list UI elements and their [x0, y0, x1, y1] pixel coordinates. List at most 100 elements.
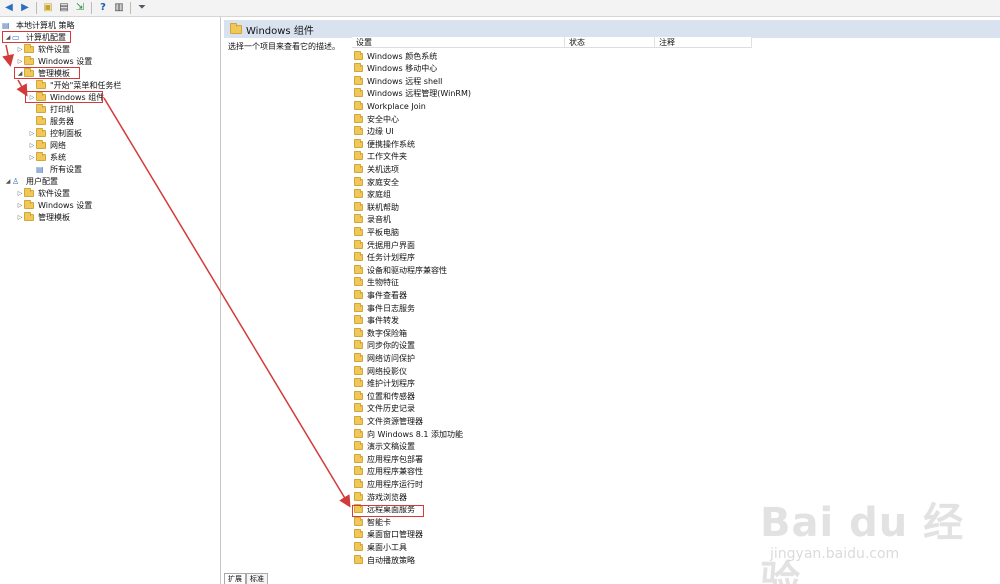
tab-extended[interactable]: 扩展: [224, 573, 246, 584]
list-item[interactable]: 平板电脑: [354, 226, 399, 238]
tree-item-system[interactable]: ▷ 系统: [28, 151, 66, 163]
list-item[interactable]: 演示文稿设置: [354, 441, 415, 453]
tree-item-user-admin-templates[interactable]: ▷ 管理模板: [16, 211, 70, 223]
policy-icon: ▤: [2, 20, 10, 30]
forward-icon[interactable]: ▶: [18, 2, 32, 15]
tree-item-control-panel[interactable]: ▷ 控制面板: [28, 127, 82, 139]
list-item[interactable]: 凭据用户界面: [354, 239, 415, 251]
show-hide-icon[interactable]: ▥: [112, 2, 126, 15]
collapsed-arrow-icon[interactable]: ▷: [16, 58, 24, 65]
section-header: Windows 组件: [224, 20, 1000, 38]
folder-icon: [24, 55, 34, 65]
list-item[interactable]: 安全中心: [354, 113, 399, 125]
list-item[interactable]: 任务计划程序: [354, 252, 415, 264]
tree-item-software-settings[interactable]: ▷ 软件设置: [16, 43, 70, 55]
collapsed-arrow-icon[interactable]: ▷: [28, 154, 36, 161]
toolbar: ◀ ▶ ▣ ▤ ⇲ ? ▥ ⏷: [0, 0, 1000, 17]
list-item[interactable]: Windows 颜色系统: [354, 50, 437, 62]
folder-icon: [230, 22, 242, 34]
properties-icon[interactable]: ▤: [57, 2, 71, 15]
export-icon[interactable]: ⇲: [73, 2, 87, 15]
list-item[interactable]: 网络投影仪: [354, 365, 407, 377]
collapsed-arrow-icon[interactable]: ▷: [16, 214, 24, 221]
list-item[interactable]: 关机选项: [354, 163, 399, 175]
highlight-remote-desktop: [352, 505, 424, 517]
column-header-setting[interactable]: 设置: [352, 37, 565, 48]
list-item-label: Windows 远程 shell: [367, 76, 443, 86]
list-item[interactable]: 边缘 UI: [354, 126, 394, 138]
folder-icon: [354, 352, 363, 362]
list-item[interactable]: 自动播放策略: [354, 554, 415, 566]
back-icon[interactable]: ◀: [2, 2, 16, 15]
list-item[interactable]: Windows 远程管理(WinRM): [354, 88, 471, 100]
folder-icon: [354, 491, 363, 501]
list-item-label: 平板电脑: [367, 227, 399, 237]
folder-up-icon[interactable]: ▣: [41, 2, 55, 15]
tree-item-user-software-settings[interactable]: ▷ 软件设置: [16, 187, 70, 199]
list-item[interactable]: 应用程序包部署: [354, 453, 423, 465]
tree-item-all-settings[interactable]: ▤ 所有设置: [28, 163, 82, 175]
list-item[interactable]: 事件转发: [354, 315, 399, 327]
list-item[interactable]: 桌面窗口管理器: [354, 529, 423, 541]
tree-item-user-windows-settings[interactable]: ▷ Windows 设置: [16, 199, 92, 211]
tree-item-root[interactable]: ▤ 本地计算机 策略: [2, 19, 75, 31]
list-item[interactable]: 工作文件夹: [354, 151, 407, 163]
folder-icon: [354, 151, 363, 161]
list-item[interactable]: 智能卡: [354, 516, 391, 528]
list-item[interactable]: 家庭组: [354, 189, 391, 201]
list-item[interactable]: 文件资源管理器: [354, 415, 423, 427]
tree-item-network[interactable]: ▷ 网络: [28, 139, 66, 151]
list-item[interactable]: 网络访问保护: [354, 352, 415, 364]
expanded-arrow-icon[interactable]: ◢: [4, 178, 12, 185]
list-item[interactable]: 家庭安全: [354, 176, 399, 188]
list-item-label: 事件转发: [367, 316, 399, 326]
view-tabs: 扩展 标准: [224, 573, 268, 584]
list-item[interactable]: 事件日志服务: [354, 302, 415, 314]
collapsed-arrow-icon[interactable]: ▷: [16, 190, 24, 197]
list-item[interactable]: 文件历史记录: [354, 403, 415, 415]
tab-standard[interactable]: 标准: [246, 573, 268, 584]
collapsed-arrow-icon[interactable]: ▷: [28, 142, 36, 149]
help-icon[interactable]: ?: [96, 2, 110, 15]
list-item[interactable]: 数字保险箱: [354, 327, 407, 339]
folder-icon: [36, 127, 46, 137]
collapsed-arrow-icon[interactable]: ▷: [16, 46, 24, 53]
tree-item-user-config[interactable]: ◢ ♙ 用户配置: [4, 175, 58, 187]
list-item[interactable]: 游戏浏览器: [354, 491, 407, 503]
tree-item-printers[interactable]: 打印机: [28, 103, 74, 115]
list-item[interactable]: 维护计划程序: [354, 378, 415, 390]
list-item-label: 安全中心: [367, 114, 399, 124]
column-header-status[interactable]: 状态: [565, 37, 655, 48]
section-title: Windows 组件: [246, 25, 314, 37]
list-item[interactable]: Workplace Join: [354, 100, 426, 112]
list-item[interactable]: 位置和传感器: [354, 390, 415, 402]
list-item-label: 生物特征: [367, 278, 399, 288]
folder-icon: [354, 390, 363, 400]
list-item[interactable]: 事件查看器: [354, 289, 407, 301]
tree-item-windows-settings[interactable]: ▷ Windows 设置: [16, 55, 92, 67]
list-item[interactable]: 生物特征: [354, 277, 399, 289]
list-item[interactable]: Windows 移动中心: [354, 63, 437, 75]
list-item[interactable]: 录音机: [354, 214, 391, 226]
list-item[interactable]: 便携操作系统: [354, 138, 415, 150]
collapsed-arrow-icon[interactable]: ▷: [28, 130, 36, 137]
tree-item-server[interactable]: 服务器: [28, 115, 74, 127]
folder-icon: [36, 79, 46, 89]
collapsed-arrow-icon[interactable]: ▷: [16, 202, 24, 209]
toolbar-separator: [36, 2, 37, 14]
list-item[interactable]: 桌面小工具: [354, 541, 407, 553]
list-item[interactable]: 联机帮助: [354, 201, 399, 213]
column-header-comment[interactable]: 注释: [655, 37, 752, 48]
tree-item-start-menu[interactable]: "开始"菜单和任务栏: [28, 79, 121, 91]
folder-icon: [24, 211, 34, 221]
list-item[interactable]: 同步你的设置: [354, 340, 415, 352]
tree-item-label: 系统: [50, 152, 66, 162]
list-item[interactable]: 向 Windows 8.1 添加功能: [354, 428, 463, 440]
list-item-label: 智能卡: [367, 517, 391, 527]
list-item[interactable]: 设备和驱动程序兼容性: [354, 264, 447, 276]
list-item[interactable]: 应用程序兼容性: [354, 466, 423, 478]
filter-icon[interactable]: ⏷: [135, 2, 149, 15]
list-item[interactable]: Windows 远程 shell: [354, 75, 442, 87]
column-headers: 设置 状态 注释: [352, 37, 752, 48]
list-item[interactable]: 应用程序运行时: [354, 478, 423, 490]
